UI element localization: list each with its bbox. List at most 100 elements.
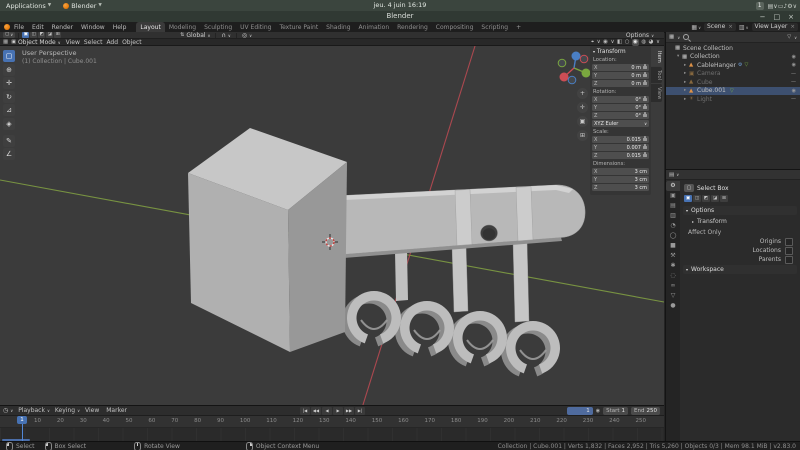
tab-constraints[interactable]: ∞: [666, 281, 680, 291]
playback-button[interactable]: ▶▶: [344, 407, 354, 415]
viewport-header-icon[interactable]: ◧: [617, 39, 622, 46]
checkbox[interactable]: [785, 247, 793, 255]
visibility-eye-icon[interactable]: ◉: [792, 62, 800, 68]
annotate-tool[interactable]: ✎: [3, 135, 15, 147]
transform-subpanel-header[interactable]: ▸Transform: [680, 216, 800, 226]
select-mode-button[interactable]: ▣: [684, 195, 692, 202]
options-panel-header[interactable]: ▾Options: [683, 206, 797, 215]
current-frame-field[interactable]: 1: [567, 407, 593, 415]
visibility-eye-icon[interactable]: —: [791, 96, 800, 102]
workspace-tab[interactable]: Animation: [355, 22, 394, 32]
scale-field[interactable]: X0.015: [592, 136, 649, 143]
outliner-row[interactable]: ▸ ▲ Cube.001 ▽ ◉: [666, 87, 800, 96]
menu-item[interactable]: Render: [48, 24, 77, 31]
playback-button[interactable]: ▶: [333, 407, 343, 415]
n-panel-tab[interactable]: Tool: [651, 67, 662, 83]
workspace-tab[interactable]: UV Editing: [236, 22, 275, 32]
maximize-button[interactable]: □: [774, 13, 781, 21]
location-field[interactable]: Z0 m: [592, 80, 649, 87]
workspace-tab[interactable]: Sculpting: [200, 22, 236, 32]
outliner-row[interactable]: ▾ ▦ Collection ◉: [666, 53, 800, 62]
menu-item[interactable]: Window: [77, 24, 109, 31]
workspace-tab[interactable]: Scripting: [477, 22, 512, 32]
outliner-row[interactable]: ▸ ☀ Light —: [666, 95, 800, 104]
tab-particles[interactable]: ✱: [666, 261, 680, 271]
minimize-button[interactable]: −: [760, 13, 766, 21]
x-axis-handle[interactable]: [560, 73, 569, 82]
viewport-header-icon[interactable]: ∨: [656, 39, 660, 46]
workspace-indicator[interactable]: 1: [756, 2, 764, 10]
lock-icon[interactable]: [643, 146, 647, 149]
scene-icon[interactable]: ▦: [691, 24, 697, 31]
view-layer-selector[interactable]: View Layer×: [752, 23, 798, 31]
viewport-menu-item[interactable]: Select: [82, 39, 105, 46]
select-mode-button[interactable]: ◪: [711, 195, 719, 202]
n-panel-tab[interactable]: Item: [651, 48, 662, 66]
frame-end-field[interactable]: End250: [631, 407, 660, 415]
rotation-mode-dropdown[interactable]: XYZ Euler∨: [592, 120, 649, 127]
tray-icon[interactable]: ∨: [793, 3, 797, 10]
timeline-menu-item[interactable]: Keying∨: [55, 407, 80, 414]
viewport-menu-item[interactable]: Add: [104, 39, 120, 46]
transform-panel-header[interactable]: ▾ Transform: [593, 49, 649, 55]
scale-tool[interactable]: ⊿: [3, 104, 15, 116]
timeline-editor-icon[interactable]: ◷∨: [3, 407, 13, 414]
close-icon[interactable]: ×: [790, 23, 795, 31]
auto-keying-icon[interactable]: ◉: [596, 408, 600, 414]
n-panel-tab[interactable]: View: [651, 84, 662, 102]
timeline-menu-item[interactable]: View: [85, 407, 101, 414]
workspace-tab[interactable]: Rendering: [393, 22, 432, 32]
z-axis-handle[interactable]: [572, 52, 581, 61]
visibility-eye-icon[interactable]: —: [791, 71, 800, 77]
location-field[interactable]: Y0 m: [592, 72, 649, 79]
lock-icon[interactable]: [643, 98, 647, 101]
viewport-header-icon[interactable]: ◉: [632, 39, 639, 46]
viewlayer-icon[interactable]: ▥: [739, 24, 745, 31]
move-tool[interactable]: ✛: [3, 77, 15, 89]
timeline-ruler[interactable]: 1020304050607080901001101201301401501601…: [0, 416, 664, 428]
menu-item[interactable]: Edit: [28, 24, 48, 31]
outliner-row[interactable]: ▸ ▲ Cube —: [666, 78, 800, 87]
playback-button[interactable]: |◀: [300, 407, 310, 415]
measure-tool[interactable]: ∠: [3, 148, 15, 160]
workspace-tab[interactable]: Modeling: [165, 22, 200, 32]
tab-object[interactable]: ■: [666, 241, 680, 251]
viewport-header-icon[interactable]: ◕: [649, 39, 654, 46]
tab-physics[interactable]: ◌: [666, 271, 680, 281]
select-mode-button[interactable]: ⊞: [720, 195, 728, 202]
rotate-tool[interactable]: ↻: [3, 91, 15, 103]
viewport-header-icon[interactable]: ⌖: [591, 39, 594, 46]
workspace-tab[interactable]: Compositing: [432, 22, 478, 32]
proportional-editing-icon[interactable]: ◎: [242, 32, 247, 39]
location-field[interactable]: X0 m: [592, 64, 649, 71]
rotation-field[interactable]: Y0°: [592, 104, 649, 111]
lock-icon[interactable]: [643, 74, 647, 77]
timeline-menu-item[interactable]: Playback∨: [18, 407, 50, 414]
cube-object[interactable]: [188, 128, 347, 352]
active-tool-dropdown[interactable]: ▢∨: [3, 32, 15, 38]
timeline-menu-item[interactable]: Marker: [106, 407, 129, 414]
outliner-row[interactable]: ▸ ▣ Camera —: [666, 70, 800, 79]
select-mode-button[interactable]: ⊞: [54, 32, 61, 38]
dimension-field[interactable]: X3 cm: [592, 168, 649, 175]
transform-orientation[interactable]: ⇅ Global ∨ ∩ ∨ ◎ ∨: [180, 32, 252, 39]
tab-view-layer[interactable]: ▥: [666, 211, 680, 221]
viewport-header-icon[interactable]: ◍: [641, 39, 646, 46]
viewport-menu-item[interactable]: Object: [120, 39, 144, 46]
tab-world[interactable]: ◯: [666, 231, 680, 241]
playback-button[interactable]: ◀: [322, 407, 332, 415]
filter-icon[interactable]: ▽: [787, 34, 791, 40]
lock-icon[interactable]: [643, 114, 647, 117]
outliner-display-mode-icon[interactable]: ▦: [669, 34, 674, 40]
tab-tool[interactable]: ⚙: [666, 181, 680, 191]
tab-object-data[interactable]: ▽: [666, 291, 680, 301]
checkbox[interactable]: [785, 256, 793, 264]
select-mode-button[interactable]: ◪: [46, 32, 53, 38]
rotation-field[interactable]: Z0°: [592, 112, 649, 119]
outliner-row[interactable]: ▦ Scene Collection: [666, 44, 800, 53]
pan-button[interactable]: ✛: [577, 102, 588, 113]
snap-magnet-icon[interactable]: ∩: [221, 32, 225, 39]
active-tool-row[interactable]: ▢ Select Box: [680, 181, 800, 194]
timeline-channel-area[interactable]: [0, 428, 664, 442]
playback-button[interactable]: ◀◀: [311, 407, 321, 415]
